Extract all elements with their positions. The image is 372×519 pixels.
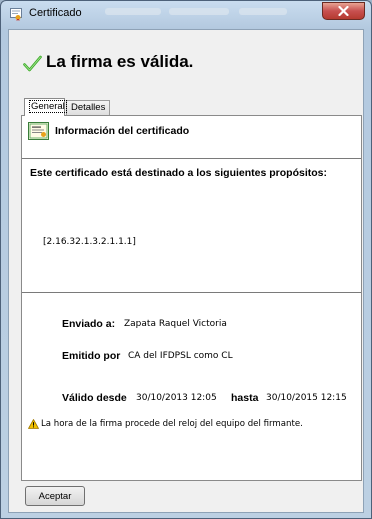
window-title: Certificado <box>29 7 82 19</box>
warning-icon <box>28 419 39 429</box>
certificate-window: Certificado La firma es válida. General … <box>0 0 372 519</box>
purpose-text: Este certificado está destinado a los si… <box>30 167 327 179</box>
issued-by-label: Emitido por <box>62 350 121 362</box>
issued-by-value: CA del IFDPSL como CL <box>128 351 233 361</box>
valid-to-label: hasta <box>231 392 259 404</box>
divider <box>22 292 361 293</box>
signature-status-header: La firma es válida. <box>9 30 363 90</box>
valid-to-value: 30/10/2015 12:15 <box>266 393 347 403</box>
purpose-oid: [2.16.32.1.3.2.1.1.1] <box>43 237 136 247</box>
tab-general[interactable]: General <box>24 98 67 116</box>
close-icon <box>338 6 349 16</box>
tab-general-label: General <box>29 100 67 113</box>
blurred-title-area <box>105 8 161 15</box>
tab-detalles-label: Detalles <box>71 102 106 113</box>
timestamp-warning: La hora de la firma procede del reloj de… <box>41 419 303 429</box>
divider <box>22 158 361 159</box>
tab-detalles[interactable]: Detalles <box>66 100 110 115</box>
signature-status: La firma es válida. <box>46 52 194 71</box>
sent-to-label: Enviado a: <box>62 318 116 330</box>
blurred-title-area <box>239 8 287 15</box>
dialog-client-area: La firma es válida. General Detalles Inf… <box>8 29 364 513</box>
accept-button[interactable]: Aceptar <box>25 486 85 506</box>
check-icon <box>23 55 42 72</box>
valid-from-value: 30/10/2013 12:05 <box>136 393 217 403</box>
general-tab-panel: Información del certificado Este certifi… <box>21 115 362 481</box>
sent-to-value: Zapata Raquel Victoria <box>124 319 227 329</box>
valid-from-label: Válido desde <box>62 392 127 404</box>
certificate-icon <box>10 8 22 21</box>
title-bar[interactable]: Certificado <box>1 1 371 27</box>
certificate-icon <box>28 122 49 140</box>
close-button[interactable] <box>322 2 365 20</box>
certificate-info-title: Información del certificado <box>55 125 190 137</box>
blurred-title-area <box>169 8 229 15</box>
